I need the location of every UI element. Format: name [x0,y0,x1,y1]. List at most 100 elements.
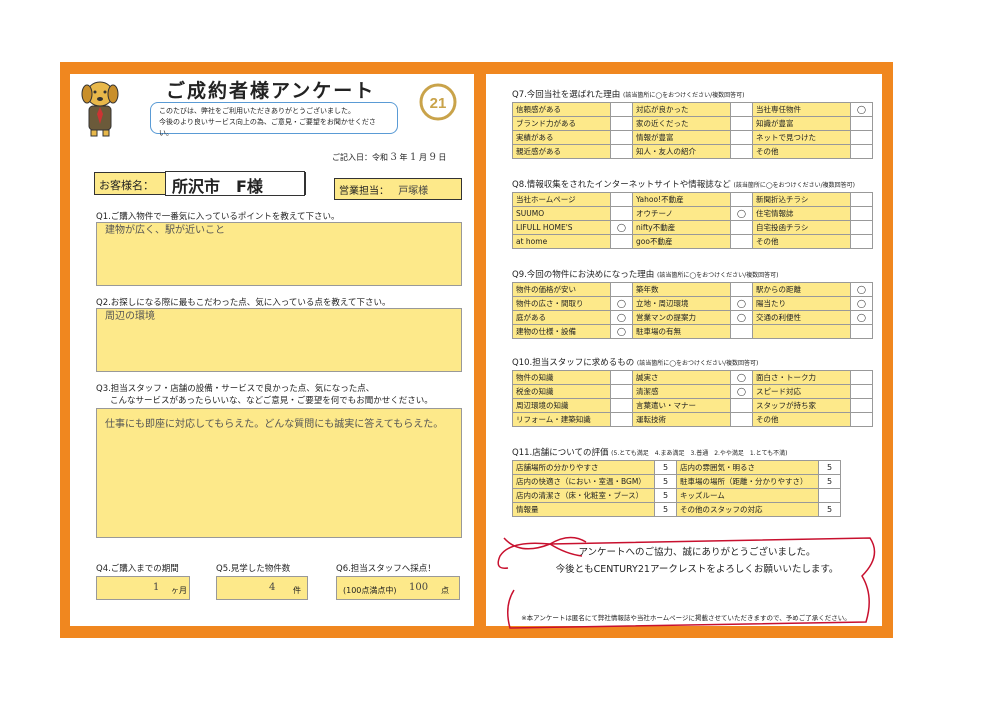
option-label: 清潔感 [632,384,731,399]
option-mark-cell[interactable]: ◯ [610,324,633,339]
table-row: 物件の価格が安い 築年数 駅からの距離 ◯ [512,282,873,297]
option-mark-cell[interactable]: ◯ [730,310,753,325]
option-label: 知人・友人の紹介 [632,144,731,159]
option-mark-cell[interactable]: ◯ [850,310,873,325]
q5-box[interactable]: 4 件 [216,576,308,600]
q6-box[interactable]: (100点満点中) 100 点 [336,576,460,600]
option-label: その他 [752,412,851,427]
option-mark-cell[interactable] [850,398,873,413]
option-mark-cell[interactable] [730,116,753,131]
option-mark-cell[interactable] [850,144,873,159]
option-mark-cell[interactable] [850,370,873,385]
option-label: その他のスタッフの対応 [676,502,819,517]
table-row: 店内の快適さ（におい・室温・BGM） 5 駐車場の場所（距離・分かりやすさ） 5 [512,474,841,489]
staff-box[interactable]: 営業担当： 戸塚様 [334,178,462,200]
option-mark-cell[interactable] [850,324,873,339]
q3-answer[interactable]: 仕事にも即座に対応してもらえた。どんな質問にも誠実に答えてもらえた。 [96,408,462,538]
option-mark-cell[interactable] [850,192,873,207]
option-label: 陽当たり [752,296,851,311]
customer-label: お客様名： [99,179,154,192]
option-mark-cell[interactable]: 5 [818,502,841,517]
option-mark-cell[interactable] [850,116,873,131]
option-mark-cell[interactable] [610,398,633,413]
option-label: 駐車場の有無 [632,324,731,339]
table-row: 物件の広さ・間取り ◯ 立地・周辺環境 ◯ 陽当たり ◯ [512,296,873,311]
option-label: 信頼感がある [512,102,611,117]
table-row: 店内の清潔さ（床・化粧室・ブース） 5 キッズルーム [512,488,841,503]
date-day-unit: 日 [438,153,447,162]
option-mark-cell[interactable] [610,116,633,131]
option-mark-cell[interactable]: 5 [818,460,841,475]
option-mark-cell[interactable] [610,412,633,427]
q10-table: 物件の知識 誠実さ ◯ 面白さ・トーク力 税金の知識 清潔感 ◯ スピード対応 周辺環境の知識 言… [512,370,873,427]
table-row: 実績がある 情報が豊富 ネットで見つけた [512,130,873,145]
option-mark-cell[interactable] [610,370,633,385]
option-mark-cell[interactable] [730,102,753,117]
option-mark-cell[interactable]: ◯ [730,296,753,311]
option-mark-cell[interactable] [730,398,753,413]
option-mark-cell[interactable]: ◯ [610,310,633,325]
q2-answer[interactable]: 周辺の環境 [96,308,462,372]
option-mark-cell[interactable] [850,206,873,221]
option-mark-cell[interactable]: 5 [818,474,841,489]
option-label: 物件の知識 [512,370,611,385]
option-mark-cell[interactable]: ◯ [610,296,633,311]
date-month: 1 [410,152,417,163]
option-mark-cell[interactable] [730,282,753,297]
option-mark-cell[interactable] [610,384,633,399]
option-label: goo不動産 [632,234,731,249]
option-mark-cell[interactable]: ◯ [850,296,873,311]
option-mark-cell[interactable] [730,144,753,159]
option-mark-cell[interactable] [610,282,633,297]
q11-table: 店舗場所の分かりやすさ 5 店内の雰囲気・明るさ 5 店内の快適さ（におい・室温・BGM… [512,460,841,517]
option-mark-cell[interactable] [730,324,753,339]
customer-name-box[interactable]: お客様名： 所沢市 F様 [94,171,306,196]
q4-box[interactable]: 1 ヶ月 [96,576,190,600]
option-mark-cell[interactable]: 5 [654,502,677,517]
option-mark-cell[interactable] [850,384,873,399]
option-label: 住宅情報誌 [752,206,851,221]
table-row: at home goo不動産 その他 [512,234,873,249]
option-mark-cell[interactable]: ◯ [850,282,873,297]
option-mark-cell[interactable] [730,412,753,427]
option-label: 実績がある [512,130,611,145]
option-mark-cell[interactable] [610,206,633,221]
q1-answer[interactable]: 建物が広く、駅が近いこと [96,222,462,286]
option-label: 情報量 [512,502,655,517]
q6-unit: 点 [441,586,449,595]
q4-unit: ヶ月 [171,586,187,595]
option-mark-cell[interactable] [818,488,841,503]
option-mark-cell[interactable]: ◯ [730,370,753,385]
option-mark-cell[interactable] [610,192,633,207]
option-mark-cell[interactable]: ◯ [730,206,753,221]
option-mark-cell[interactable] [610,144,633,159]
option-label: nifty不動産 [632,220,731,235]
q6-value: 100 [409,582,429,593]
option-mark-cell[interactable]: ◯ [850,102,873,117]
option-mark-cell[interactable] [730,234,753,249]
option-mark-cell[interactable]: ◯ [730,384,753,399]
customer-name: 所沢市 F様 [165,171,305,196]
option-mark-cell[interactable]: 5 [654,460,677,475]
option-mark-cell[interactable]: ◯ [610,220,633,235]
date-year: 3 [390,152,397,163]
option-label: 親近感がある [512,144,611,159]
option-mark-cell[interactable] [730,130,753,145]
option-mark-cell[interactable] [610,102,633,117]
option-mark-cell[interactable] [850,412,873,427]
q3-question-line2: こんなサービスがあったらいいな、などご意見・ご要望を何でもお聞かせください。 [110,396,433,406]
option-mark-cell[interactable] [730,220,753,235]
option-label: SUUMO [512,206,611,221]
option-mark-cell[interactable] [850,130,873,145]
option-mark-cell[interactable] [850,234,873,249]
option-label: キッズルーム [676,488,819,503]
option-label: 誠実さ [632,370,731,385]
q10-title: Q10.担当スタッフに求めるもの (該当箇所に◯をおつけください/複数回答可) [512,356,758,368]
option-mark-cell[interactable] [730,192,753,207]
option-mark-cell[interactable]: 5 [654,474,677,489]
option-mark-cell[interactable]: 5 [654,488,677,503]
q4-value: 1 [153,582,160,593]
option-mark-cell[interactable] [610,234,633,249]
option-mark-cell[interactable] [610,130,633,145]
option-mark-cell[interactable] [850,220,873,235]
